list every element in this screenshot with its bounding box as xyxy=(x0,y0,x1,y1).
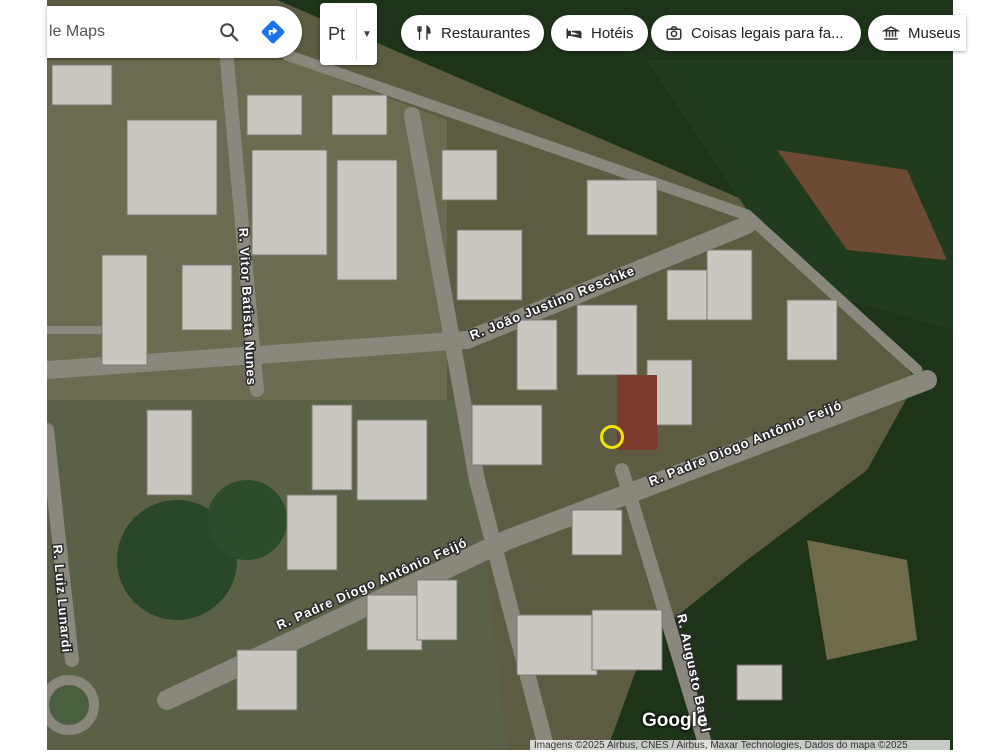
museum-icon xyxy=(882,26,900,40)
camera-icon xyxy=(666,26,682,40)
divider xyxy=(356,8,357,60)
layer-toggle[interactable]: Pt ▼ xyxy=(320,3,377,65)
chip-hotels[interactable]: Hotéis xyxy=(551,15,648,51)
roundabout xyxy=(47,675,99,735)
chip-label: Hotéis xyxy=(591,24,634,42)
map-canvas[interactable]: R. Vitor Batista Nunes R. João Justino R… xyxy=(47,0,953,750)
google-logo: Google xyxy=(642,710,708,731)
chip-restaurants[interactable]: Restaurantes xyxy=(401,15,545,51)
search-box[interactable]: le Maps xyxy=(47,6,302,58)
tree-cluster xyxy=(207,480,287,560)
search-icon[interactable] xyxy=(218,21,240,43)
bed-icon xyxy=(566,28,582,39)
chip-label: Restaurantes xyxy=(441,24,531,42)
fork-knife-icon xyxy=(417,25,431,40)
map-attribution[interactable]: Imagens ©2025 Airbus, CNES / Airbus, Max… xyxy=(530,740,950,752)
directions-icon[interactable] xyxy=(260,19,286,45)
chevron-down-icon[interactable]: ▼ xyxy=(362,29,372,40)
search-input[interactable]: le Maps xyxy=(49,23,218,41)
satellite-map[interactable]: R. Vitor Batista Nunes R. João Justino R… xyxy=(47,0,953,750)
chip-label: Coisas legais para fa... xyxy=(691,24,844,42)
chip-museums[interactable]: Museus xyxy=(868,15,966,51)
layer-label: Pt xyxy=(328,23,346,44)
chip-label: Museus xyxy=(908,24,961,42)
chip-things-to-do[interactable]: Coisas legais para fa... xyxy=(651,15,861,51)
location-marker[interactable] xyxy=(600,425,624,449)
